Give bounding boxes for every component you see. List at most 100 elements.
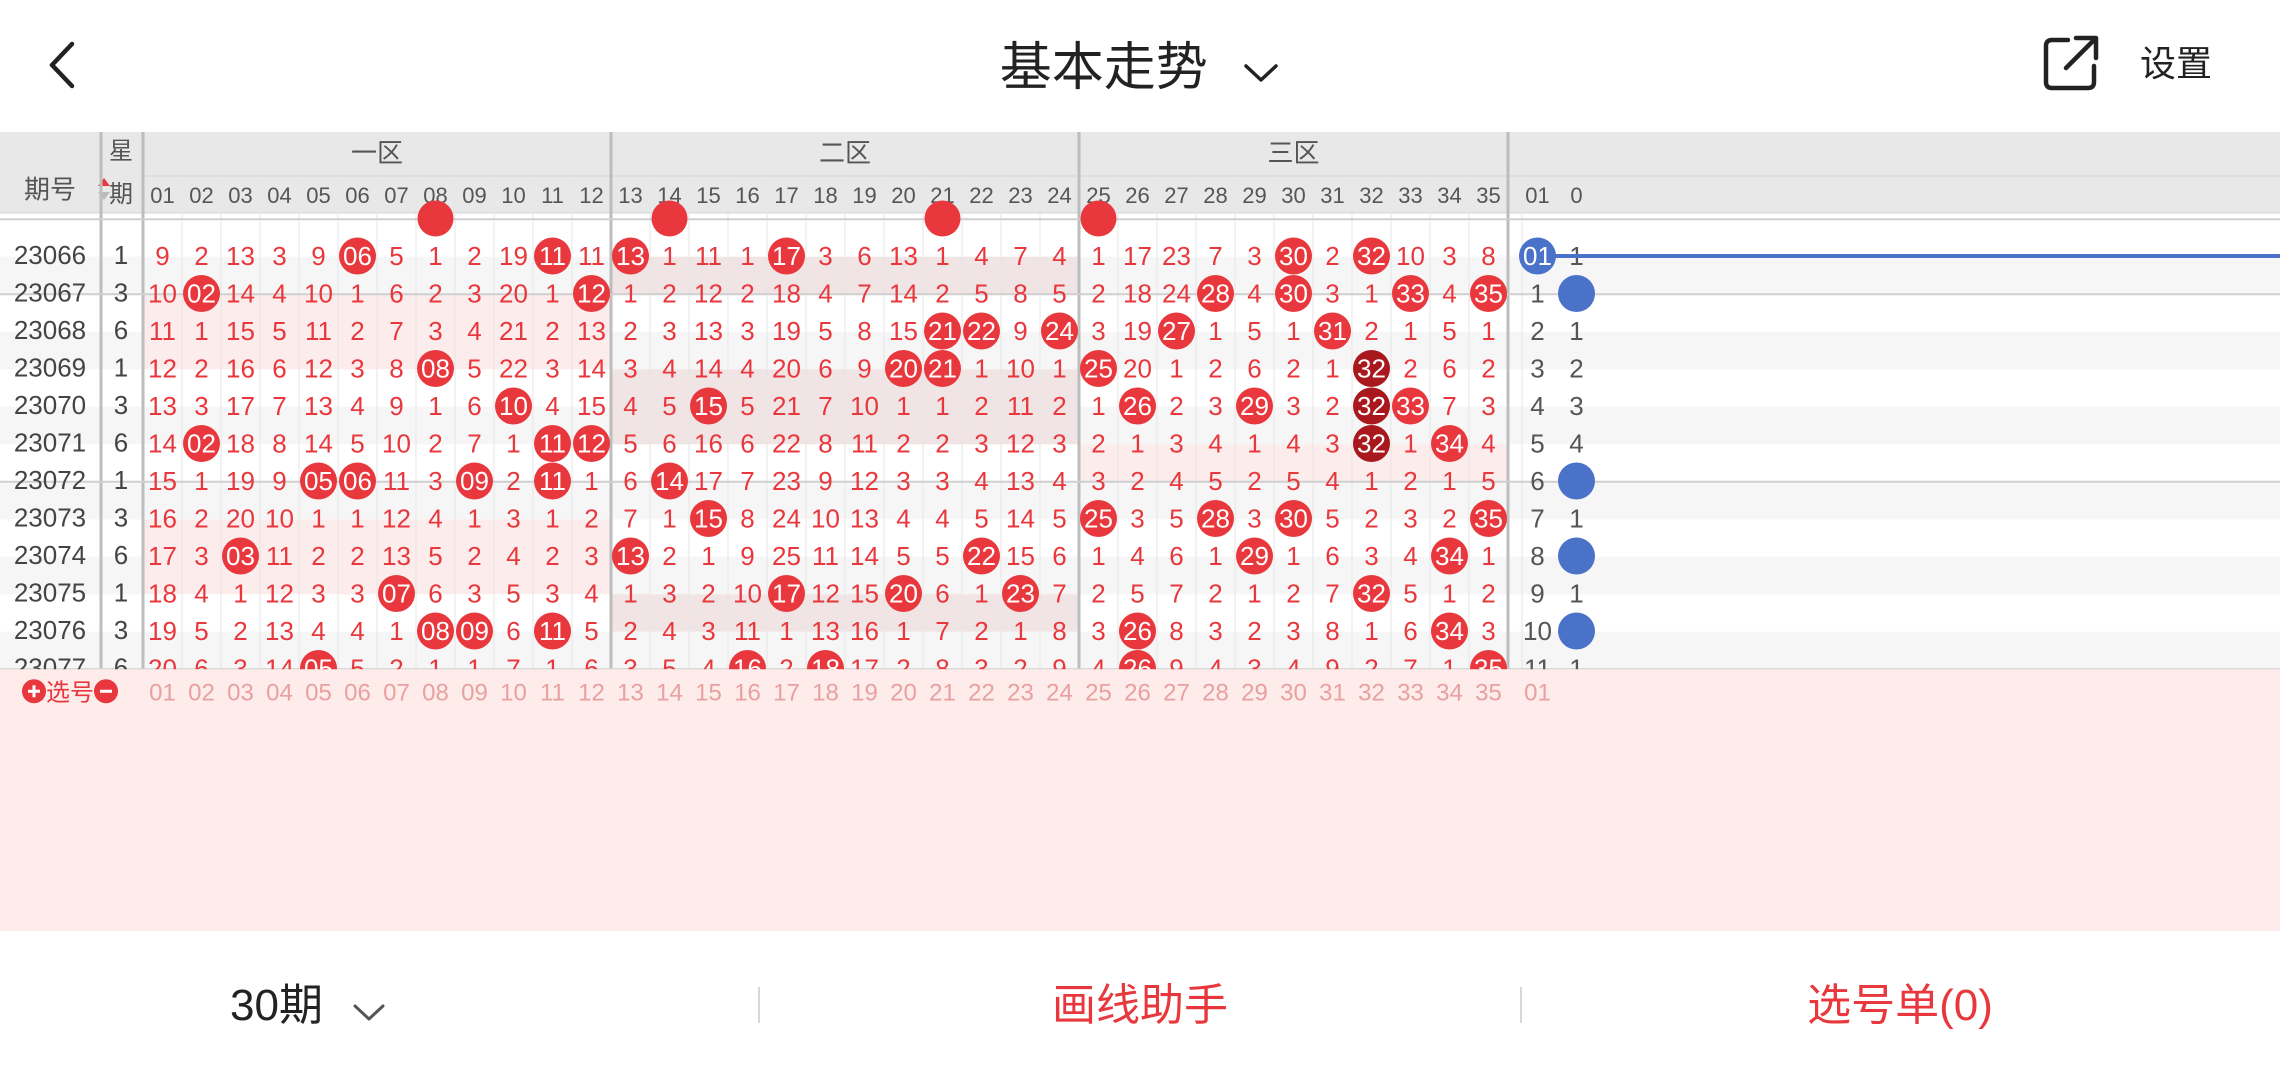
select-number-option[interactable]: 23 [1007,679,1034,706]
miss-count: 16 [226,354,255,384]
select-number-option[interactable]: 17 [773,679,800,706]
hit-number: 30 [1279,241,1308,271]
select-number-option[interactable]: 01 [149,679,176,706]
miss-count: 11 [851,429,878,459]
miss-count: 8 [389,354,403,384]
miss-count: 4 [1442,279,1456,309]
hit-number: 28 [1201,279,1230,309]
miss-count: 20 [226,504,255,534]
miss-count: 3 [1247,241,1261,271]
select-number-option[interactable]: 30 [1280,679,1307,706]
miss-count: 6 [662,429,676,459]
miss-count: 20 [1123,354,1152,384]
hit-number: 28 [1201,504,1230,534]
select-number-option[interactable]: 12 [578,679,605,706]
select-number-option[interactable]: 20 [890,679,917,706]
hit-number: 12 [577,429,606,459]
miss-count: 2 [1286,579,1300,609]
select-number-option[interactable]: 21 [929,679,956,706]
miss-count: 3 [1403,504,1417,534]
select-number-option[interactable]: 09 [461,679,488,706]
miss-count: 2 [896,429,910,459]
select-number-option[interactable]: 24 [1046,679,1073,706]
period-count-dropdown[interactable]: 30期 [230,931,540,1080]
select-number-option[interactable]: 16 [734,679,761,706]
select-number-option[interactable]: 15 [695,679,722,706]
select-number-option[interactable]: 13 [617,679,644,706]
select-number-option[interactable]: 35 [1475,679,1502,706]
miss-count: 5 [1169,504,1183,534]
select-number-option[interactable]: 27 [1163,679,1190,706]
blue-miss-count: 4 [1530,391,1544,421]
share-external-icon[interactable] [2040,32,2102,94]
miss-count: 5 [1208,466,1222,496]
hit-number: 25 [1084,354,1113,384]
select-number-option[interactable]: 34 [1436,679,1463,706]
miss-count: 1 [545,504,559,534]
miss-count: 5 [974,279,988,309]
weekday-value: 6 [114,428,128,458]
miss-count: 6 [818,354,832,384]
select-number-option[interactable]: 22 [968,679,995,706]
select-number-option[interactable]: 04 [266,679,293,706]
selection-list-button[interactable]: 选号单(0) [1520,931,2280,1080]
select-number-option[interactable]: 29 [1241,679,1268,706]
top-bar: 基本走势 设置 [0,0,2280,132]
select-number-option[interactable]: 26 [1124,679,1151,706]
number-column-label: 35 [1476,183,1500,208]
miss-count: 10 [1396,241,1425,271]
select-number-option[interactable]: 05 [305,679,332,706]
select-number-option[interactable]: 06 [344,679,371,706]
miss-count: 2 [623,316,637,346]
miss-count: 11 [383,466,410,496]
select-number-option[interactable]: 14 [656,679,683,706]
miss-count: 1 [896,391,910,421]
trend-table[interactable]: 期号星期一区 二区 三区 01 02 03 04 05 06 07 08 09 10 11 12 13 14 15… [0,132,2280,931]
weekday-value: 3 [114,615,128,645]
select-number-option[interactable]: 07 [383,679,410,706]
select-number-option[interactable]: 08 [422,679,449,706]
miss-count: 3 [1325,429,1339,459]
miss-count: 5 [1286,466,1300,496]
select-number-option[interactable]: 28 [1202,679,1229,706]
miss-count: 2 [311,541,325,571]
hit-ball-partial [651,200,688,237]
blue-miss-count: 3 [1530,354,1544,384]
select-number-option[interactable]: 19 [851,679,878,706]
miss-count: 19 [499,241,528,271]
miss-count: 3 [1481,391,1495,421]
hit-number: 31 [1318,316,1347,346]
hit-number: 35 [1474,504,1503,534]
miss-count: 9 [740,541,754,571]
draw-assistant-button[interactable]: 画线助手 [760,931,1520,1080]
chevron-down-icon [1242,33,1280,103]
settings-button[interactable]: 设置 [2140,34,2212,94]
select-number-option[interactable]: 02 [188,679,215,706]
miss-count: 3 [311,579,325,609]
select-number-option[interactable]: 25 [1085,679,1112,706]
miss-count: 2 [701,579,715,609]
miss-count: 6 [1442,354,1456,384]
select-blue-option[interactable]: 01 [1524,679,1551,706]
select-number-option[interactable]: 33 [1397,679,1424,706]
select-number-option[interactable]: 10 [500,679,527,706]
miss-count: 10 [304,279,333,309]
miss-count: 4 [506,541,520,571]
miss-count: 1 [1208,541,1222,571]
select-number-option[interactable]: 03 [227,679,254,706]
select-number-option[interactable]: 11 [540,679,565,706]
miss-count: 22 [499,354,528,384]
miss-count: 4 [740,354,754,384]
period-number: 23068 [14,315,86,345]
select-number-option[interactable]: 32 [1358,679,1385,706]
miss-count: 6 [467,391,481,421]
select-number-option[interactable]: 31 [1319,679,1346,706]
select-number-option[interactable]: 18 [812,679,839,706]
hit-number: 15 [694,504,723,534]
miss-count: 15 [1006,541,1035,571]
miss-count: 18 [772,279,801,309]
miss-count: 4 [1052,466,1066,496]
page-title-dropdown[interactable]: 基本走势 [0,30,2280,100]
miss-count: 4 [662,616,676,646]
miss-count: 14 [850,541,879,571]
